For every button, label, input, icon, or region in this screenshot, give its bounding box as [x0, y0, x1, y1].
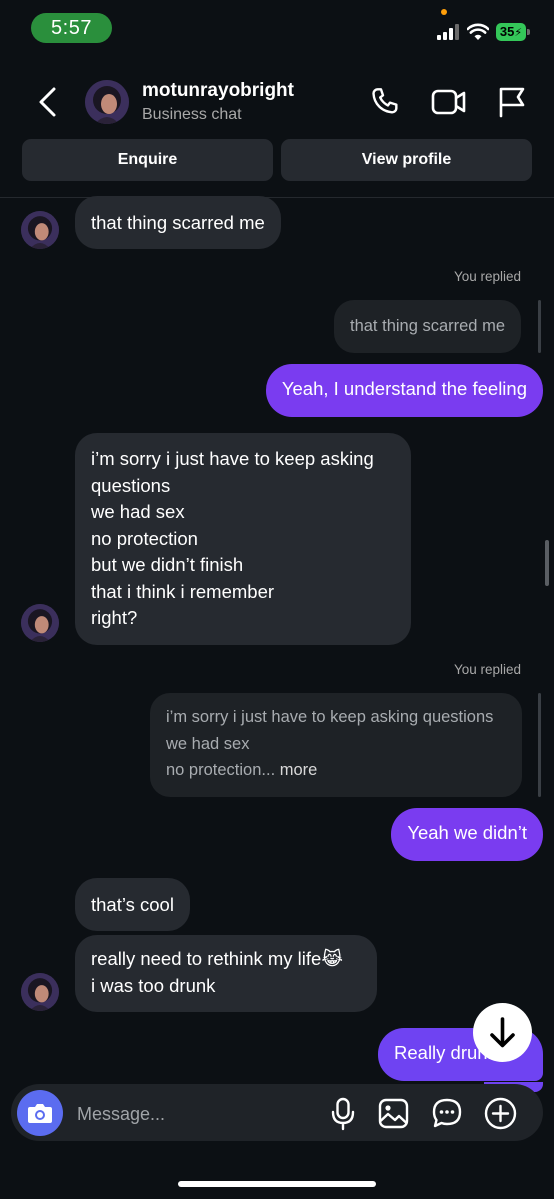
add-icon[interactable] — [484, 1097, 517, 1130]
quote-bar — [538, 693, 541, 797]
sender-avatar[interactable] — [21, 973, 59, 1011]
avatar-illustration — [85, 80, 129, 124]
incoming-message[interactable]: really need to rethink my life😹 i was to… — [75, 935, 377, 1012]
video-camera-icon[interactable] — [431, 86, 467, 118]
arrow-down-icon — [490, 1017, 515, 1048]
enquire-button[interactable]: Enquire — [22, 139, 273, 181]
quote-bar — [538, 300, 541, 353]
header-avatar[interactable] — [85, 80, 129, 124]
replied-quote[interactable]: that thing scarred me — [334, 300, 521, 353]
more-link[interactable]: more — [275, 761, 318, 779]
scrollbar[interactable] — [545, 540, 549, 586]
outgoing-message[interactable]: Yeah, I understand the feeling — [265, 364, 543, 417]
battery-indicator: 35⚡ — [496, 23, 526, 41]
camera-button[interactable] — [17, 1090, 63, 1136]
you-replied-label: You replied — [453, 269, 521, 284]
view-profile-button[interactable]: View profile — [281, 139, 532, 181]
status-time: 5:57 — [31, 13, 112, 43]
incoming-message[interactable]: that thing scarred me — [75, 196, 281, 249]
replied-quote-text: i’m sorry i just have to keep asking que… — [166, 708, 494, 779]
sender-avatar[interactable] — [21, 211, 59, 249]
charging-bolt-icon: ⚡ — [514, 27, 523, 39]
chat-subtitle: Business chat — [142, 106, 242, 123]
privacy-indicator-dot — [441, 9, 447, 15]
camera-icon — [28, 1104, 52, 1123]
outgoing-message[interactable]: Yeah we didn’t — [391, 808, 543, 861]
gallery-icon[interactable] — [378, 1098, 409, 1129]
battery-tip — [527, 29, 530, 35]
avatar-illustration — [21, 973, 59, 1011]
back-chevron-icon[interactable] — [36, 86, 60, 118]
you-replied-label: You replied — [453, 662, 521, 677]
scroll-to-bottom-button[interactable] — [473, 1003, 532, 1062]
home-indicator[interactable] — [178, 1181, 376, 1187]
sender-avatar[interactable] — [21, 604, 59, 642]
chat-username[interactable]: motunrayobright — [142, 80, 294, 102]
cellular-signal-icon — [437, 24, 459, 40]
header-divider — [0, 197, 554, 198]
microphone-icon[interactable] — [329, 1097, 357, 1131]
replied-quote[interactable]: i’m sorry i just have to keep asking que… — [150, 693, 522, 797]
flag-icon[interactable] — [497, 86, 527, 118]
avatar-illustration — [21, 604, 59, 642]
incoming-message[interactable]: i’m sorry i just have to keep asking que… — [75, 433, 411, 645]
sticker-chat-icon[interactable] — [431, 1097, 463, 1129]
incoming-message[interactable]: that’s cool — [75, 878, 190, 931]
wifi-icon — [467, 23, 489, 40]
message-input[interactable] — [75, 1096, 309, 1132]
phone-icon[interactable] — [369, 86, 401, 118]
avatar-illustration — [21, 211, 59, 249]
